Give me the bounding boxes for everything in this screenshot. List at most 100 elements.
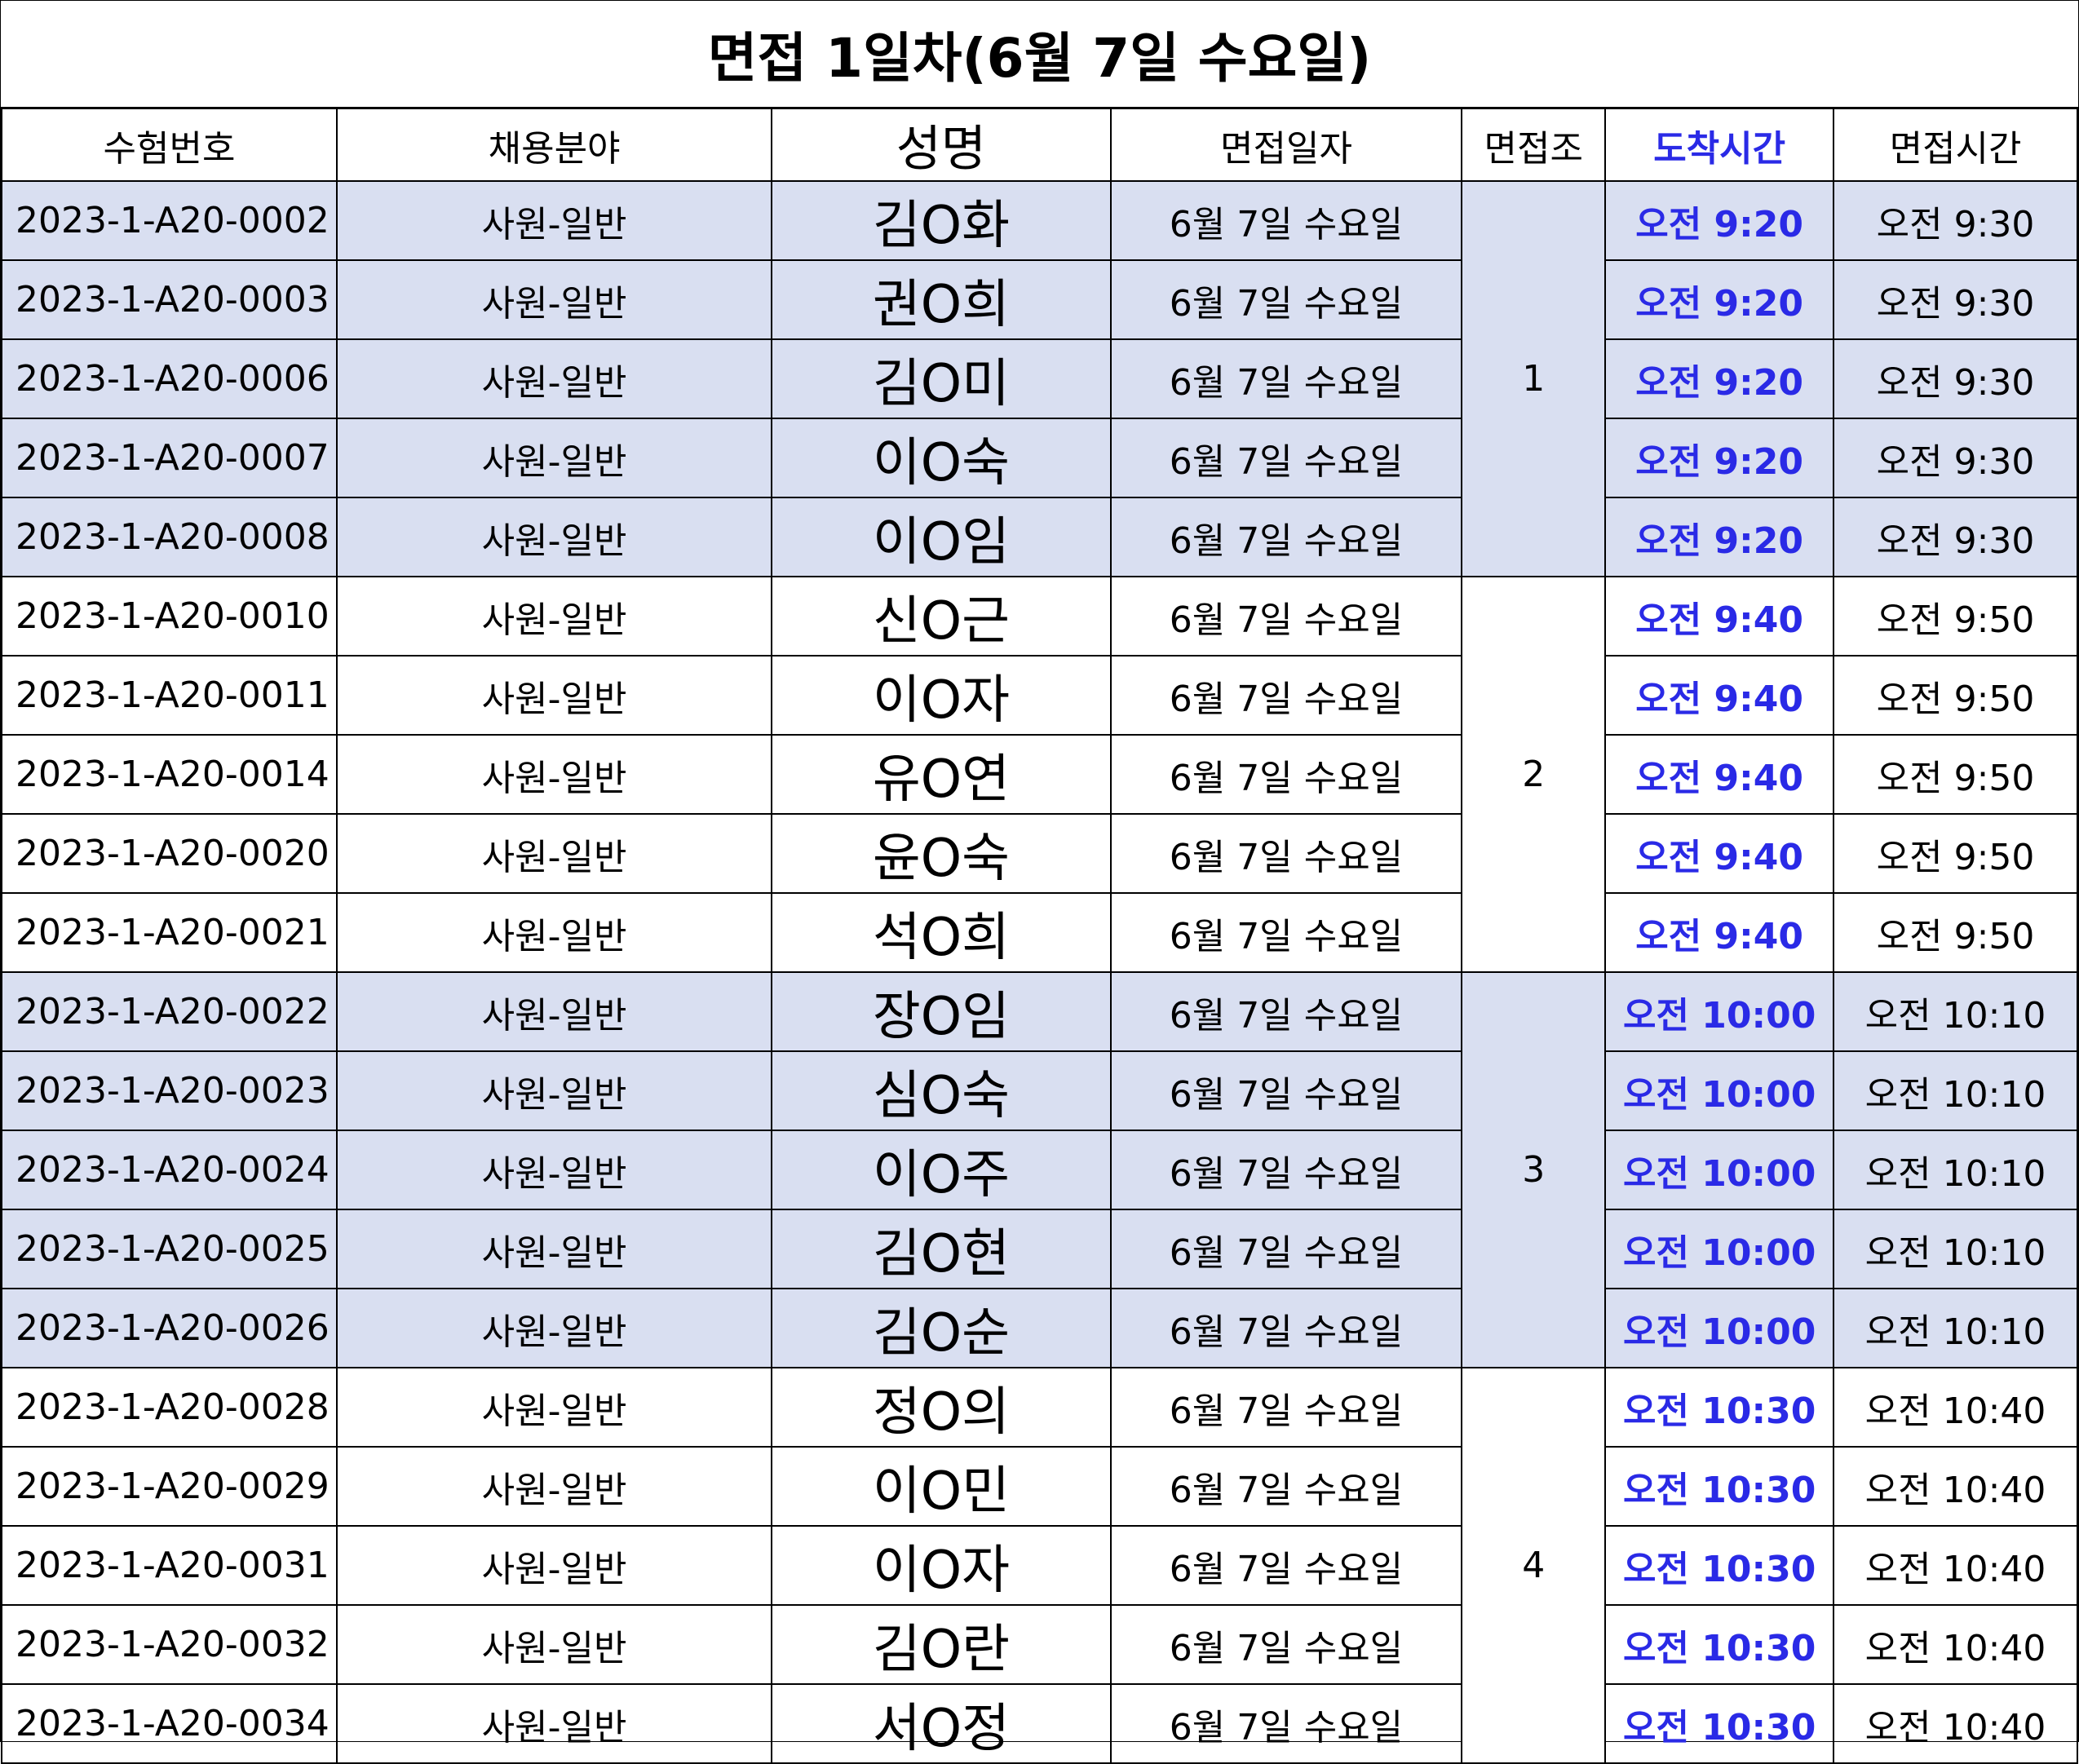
cell-arrival: 오전 9:20 <box>1604 418 1835 498</box>
cell-exam-no: 2023-1-A20-0021 <box>1 892 338 973</box>
table-row: 2023-1-A20-0006 사원-일반 김O미 6월 7일 수요일 오전 9:20 오… <box>1 338 2078 419</box>
cell-date: 6월 7일 수요일 <box>1109 1683 1463 1764</box>
cell-field: 사원-일반 <box>335 1288 773 1368</box>
cell-exam-no: 2023-1-A20-0011 <box>1 655 338 736</box>
cell-field: 사원-일반 <box>335 813 773 894</box>
cell-exam-no: 2023-1-A20-0020 <box>1 813 338 894</box>
cell-date: 6월 7일 수요일 <box>1109 576 1463 657</box>
table-row: 2023-1-A20-0026 사원-일반 김O순 6월 7일 수요일 오전 10:00… <box>1 1288 2078 1368</box>
cell-arrival: 오전 9:40 <box>1604 655 1835 736</box>
cell-name: 장O임 <box>771 971 1112 1052</box>
cell-name: 김O란 <box>771 1604 1112 1685</box>
cell-name: 김O미 <box>771 338 1112 419</box>
cell-exam-no: 2023-1-A20-0032 <box>1 1604 338 1685</box>
cell-field: 사원-일반 <box>335 1209 773 1289</box>
cell-date: 6월 7일 수요일 <box>1109 1209 1463 1289</box>
cell-field: 사원-일반 <box>335 1446 773 1527</box>
cell-date: 6월 7일 수요일 <box>1109 180 1463 261</box>
cell-name: 이O자 <box>771 1525 1112 1606</box>
header-exam-no: 수험번호 <box>1 108 338 182</box>
cell-date: 6월 7일 수요일 <box>1109 655 1463 736</box>
cell-field: 사원-일반 <box>335 1050 773 1131</box>
table-row: 2023-1-A20-0032 사원-일반 김O란 6월 7일 수요일 오전 10:30… <box>1 1604 2078 1685</box>
schedule-table: 수험번호 채용분야 성명 면접일자 면접조 도착시간 면접시간 2023-1-A… <box>1 108 2078 1764</box>
cell-arrival: 오전 9:20 <box>1604 259 1835 340</box>
cell-interview-time: 오전 9:30 <box>1833 497 2078 577</box>
cell-interview-time: 오전 9:50 <box>1833 813 2078 894</box>
table-row: 2023-1-A20-0007 사원-일반 이O숙 6월 7일 수요일 오전 9:20 오… <box>1 418 2078 498</box>
cell-interview-time: 오전 9:30 <box>1833 418 2078 498</box>
cell-field: 사원-일반 <box>335 892 773 973</box>
table-row: 2023-1-A20-0011 사원-일반 이O자 6월 7일 수요일 오전 9:40 오… <box>1 655 2078 736</box>
cell-field: 사원-일반 <box>335 418 773 498</box>
cell-group: 2 <box>1461 576 1607 973</box>
cell-interview-time: 오전 10:10 <box>1833 1209 2078 1289</box>
header-field: 채용분야 <box>335 108 773 182</box>
cell-arrival: 오전 9:20 <box>1604 338 1835 419</box>
cell-name: 석O희 <box>771 892 1112 973</box>
cell-arrival: 오전 9:20 <box>1604 180 1835 261</box>
cell-date: 6월 7일 수요일 <box>1109 734 1463 815</box>
cell-arrival: 오전 9:40 <box>1604 734 1835 815</box>
cell-interview-time: 오전 10:10 <box>1833 971 2078 1052</box>
cell-arrival: 오전 10:00 <box>1604 1209 1835 1289</box>
cell-field: 사원-일반 <box>335 655 773 736</box>
table-row: 2023-1-A20-0025 사원-일반 김O현 6월 7일 수요일 오전 10:00… <box>1 1209 2078 1289</box>
cell-exam-no: 2023-1-A20-0029 <box>1 1446 338 1527</box>
cell-field: 사원-일반 <box>335 1367 773 1448</box>
cell-date: 6월 7일 수요일 <box>1109 892 1463 973</box>
cell-arrival: 오전 10:00 <box>1604 971 1835 1052</box>
table-row: 2023-1-A20-0031 사원-일반 이O자 6월 7일 수요일 오전 10:30… <box>1 1525 2078 1606</box>
table-row: 2023-1-A20-0022 사원-일반 장O임 6월 7일 수요일 3 오전 10:0… <box>1 971 2078 1368</box>
cell-exam-no: 2023-1-A20-0034 <box>1 1683 338 1764</box>
cell-name: 윤O숙 <box>771 813 1112 894</box>
cell-name: 권O희 <box>771 259 1112 340</box>
cell-exam-no: 2023-1-A20-0022 <box>1 971 338 1052</box>
cell-interview-time: 오전 10:10 <box>1833 1288 2078 1368</box>
table-row: 2023-1-A20-0002 사원-일반 김O화 6월 7일 수요일 1 오전 9:20… <box>1 180 2078 577</box>
cell-field: 사원-일반 <box>335 576 773 657</box>
cell-exam-no: 2023-1-A20-0003 <box>1 259 338 340</box>
cell-name: 신O근 <box>771 576 1112 657</box>
cell-exam-no: 2023-1-A20-0023 <box>1 1050 338 1131</box>
cell-field: 사원-일반 <box>335 497 773 577</box>
table-row: 2023-1-A20-0003 사원-일반 권O희 6월 7일 수요일 오전 9:20 오… <box>1 259 2078 340</box>
cell-date: 6월 7일 수요일 <box>1109 1050 1463 1131</box>
cell-exam-no: 2023-1-A20-0008 <box>1 497 338 577</box>
cell-date: 6월 7일 수요일 <box>1109 338 1463 419</box>
cell-name: 이O임 <box>771 497 1112 577</box>
cell-arrival: 오전 9:40 <box>1604 576 1835 657</box>
cell-arrival: 오전 10:00 <box>1604 1130 1835 1210</box>
cell-exam-no: 2023-1-A20-0028 <box>1 1367 338 1448</box>
cell-field: 사원-일반 <box>335 734 773 815</box>
cell-arrival: 오전 10:00 <box>1604 1288 1835 1368</box>
cell-interview-time: 오전 10:10 <box>1833 1130 2078 1210</box>
cell-exam-no: 2023-1-A20-0024 <box>1 1130 338 1210</box>
cell-group: 1 <box>1461 180 1607 577</box>
cell-interview-time: 오전 10:40 <box>1833 1367 2078 1448</box>
table-body: 2023-1-A20-0002 사원-일반 김O화 6월 7일 수요일 1 오전 9:20… <box>1 180 2078 1764</box>
cell-exam-no: 2023-1-A20-0010 <box>1 576 338 657</box>
cell-name: 서O정 <box>771 1683 1112 1764</box>
header-row: 수험번호 채용분야 성명 면접일자 면접조 도착시간 면접시간 <box>1 108 2078 182</box>
cell-date: 6월 7일 수요일 <box>1109 1367 1463 1448</box>
cell-date: 6월 7일 수요일 <box>1109 1446 1463 1527</box>
cell-name: 이O숙 <box>771 418 1112 498</box>
cell-field: 사원-일반 <box>335 971 773 1052</box>
cell-exam-no: 2023-1-A20-0006 <box>1 338 338 419</box>
cell-arrival: 오전 10:00 <box>1604 1050 1835 1131</box>
cell-arrival: 오전 10:30 <box>1604 1683 1835 1764</box>
cell-field: 사원-일반 <box>335 1525 773 1606</box>
table-row: 2023-1-A20-0010 사원-일반 신O근 6월 7일 수요일 2 오전 9:40… <box>1 576 2078 973</box>
cell-name: 심O숙 <box>771 1050 1112 1131</box>
table-row: 2023-1-A20-0008 사원-일반 이O임 6월 7일 수요일 오전 9:20 오… <box>1 497 2078 577</box>
cell-name: 이O자 <box>771 655 1112 736</box>
cell-exam-no: 2023-1-A20-0026 <box>1 1288 338 1368</box>
table-row: 2023-1-A20-0028 사원-일반 정O의 6월 7일 수요일 4 오전 10:3… <box>1 1367 2078 1764</box>
cell-interview-time: 오전 10:40 <box>1833 1683 2078 1764</box>
table-row: 2023-1-A20-0021 사원-일반 석O희 6월 7일 수요일 오전 9:40 오… <box>1 892 2078 973</box>
header-group: 면접조 <box>1461 108 1607 182</box>
table-row: 2023-1-A20-0024 사원-일반 이O주 6월 7일 수요일 오전 10:00… <box>1 1130 2078 1210</box>
cell-interview-time: 오전 10:10 <box>1833 1050 2078 1131</box>
table-row: 2023-1-A20-0014 사원-일반 유O연 6월 7일 수요일 오전 9:40 오… <box>1 734 2078 815</box>
